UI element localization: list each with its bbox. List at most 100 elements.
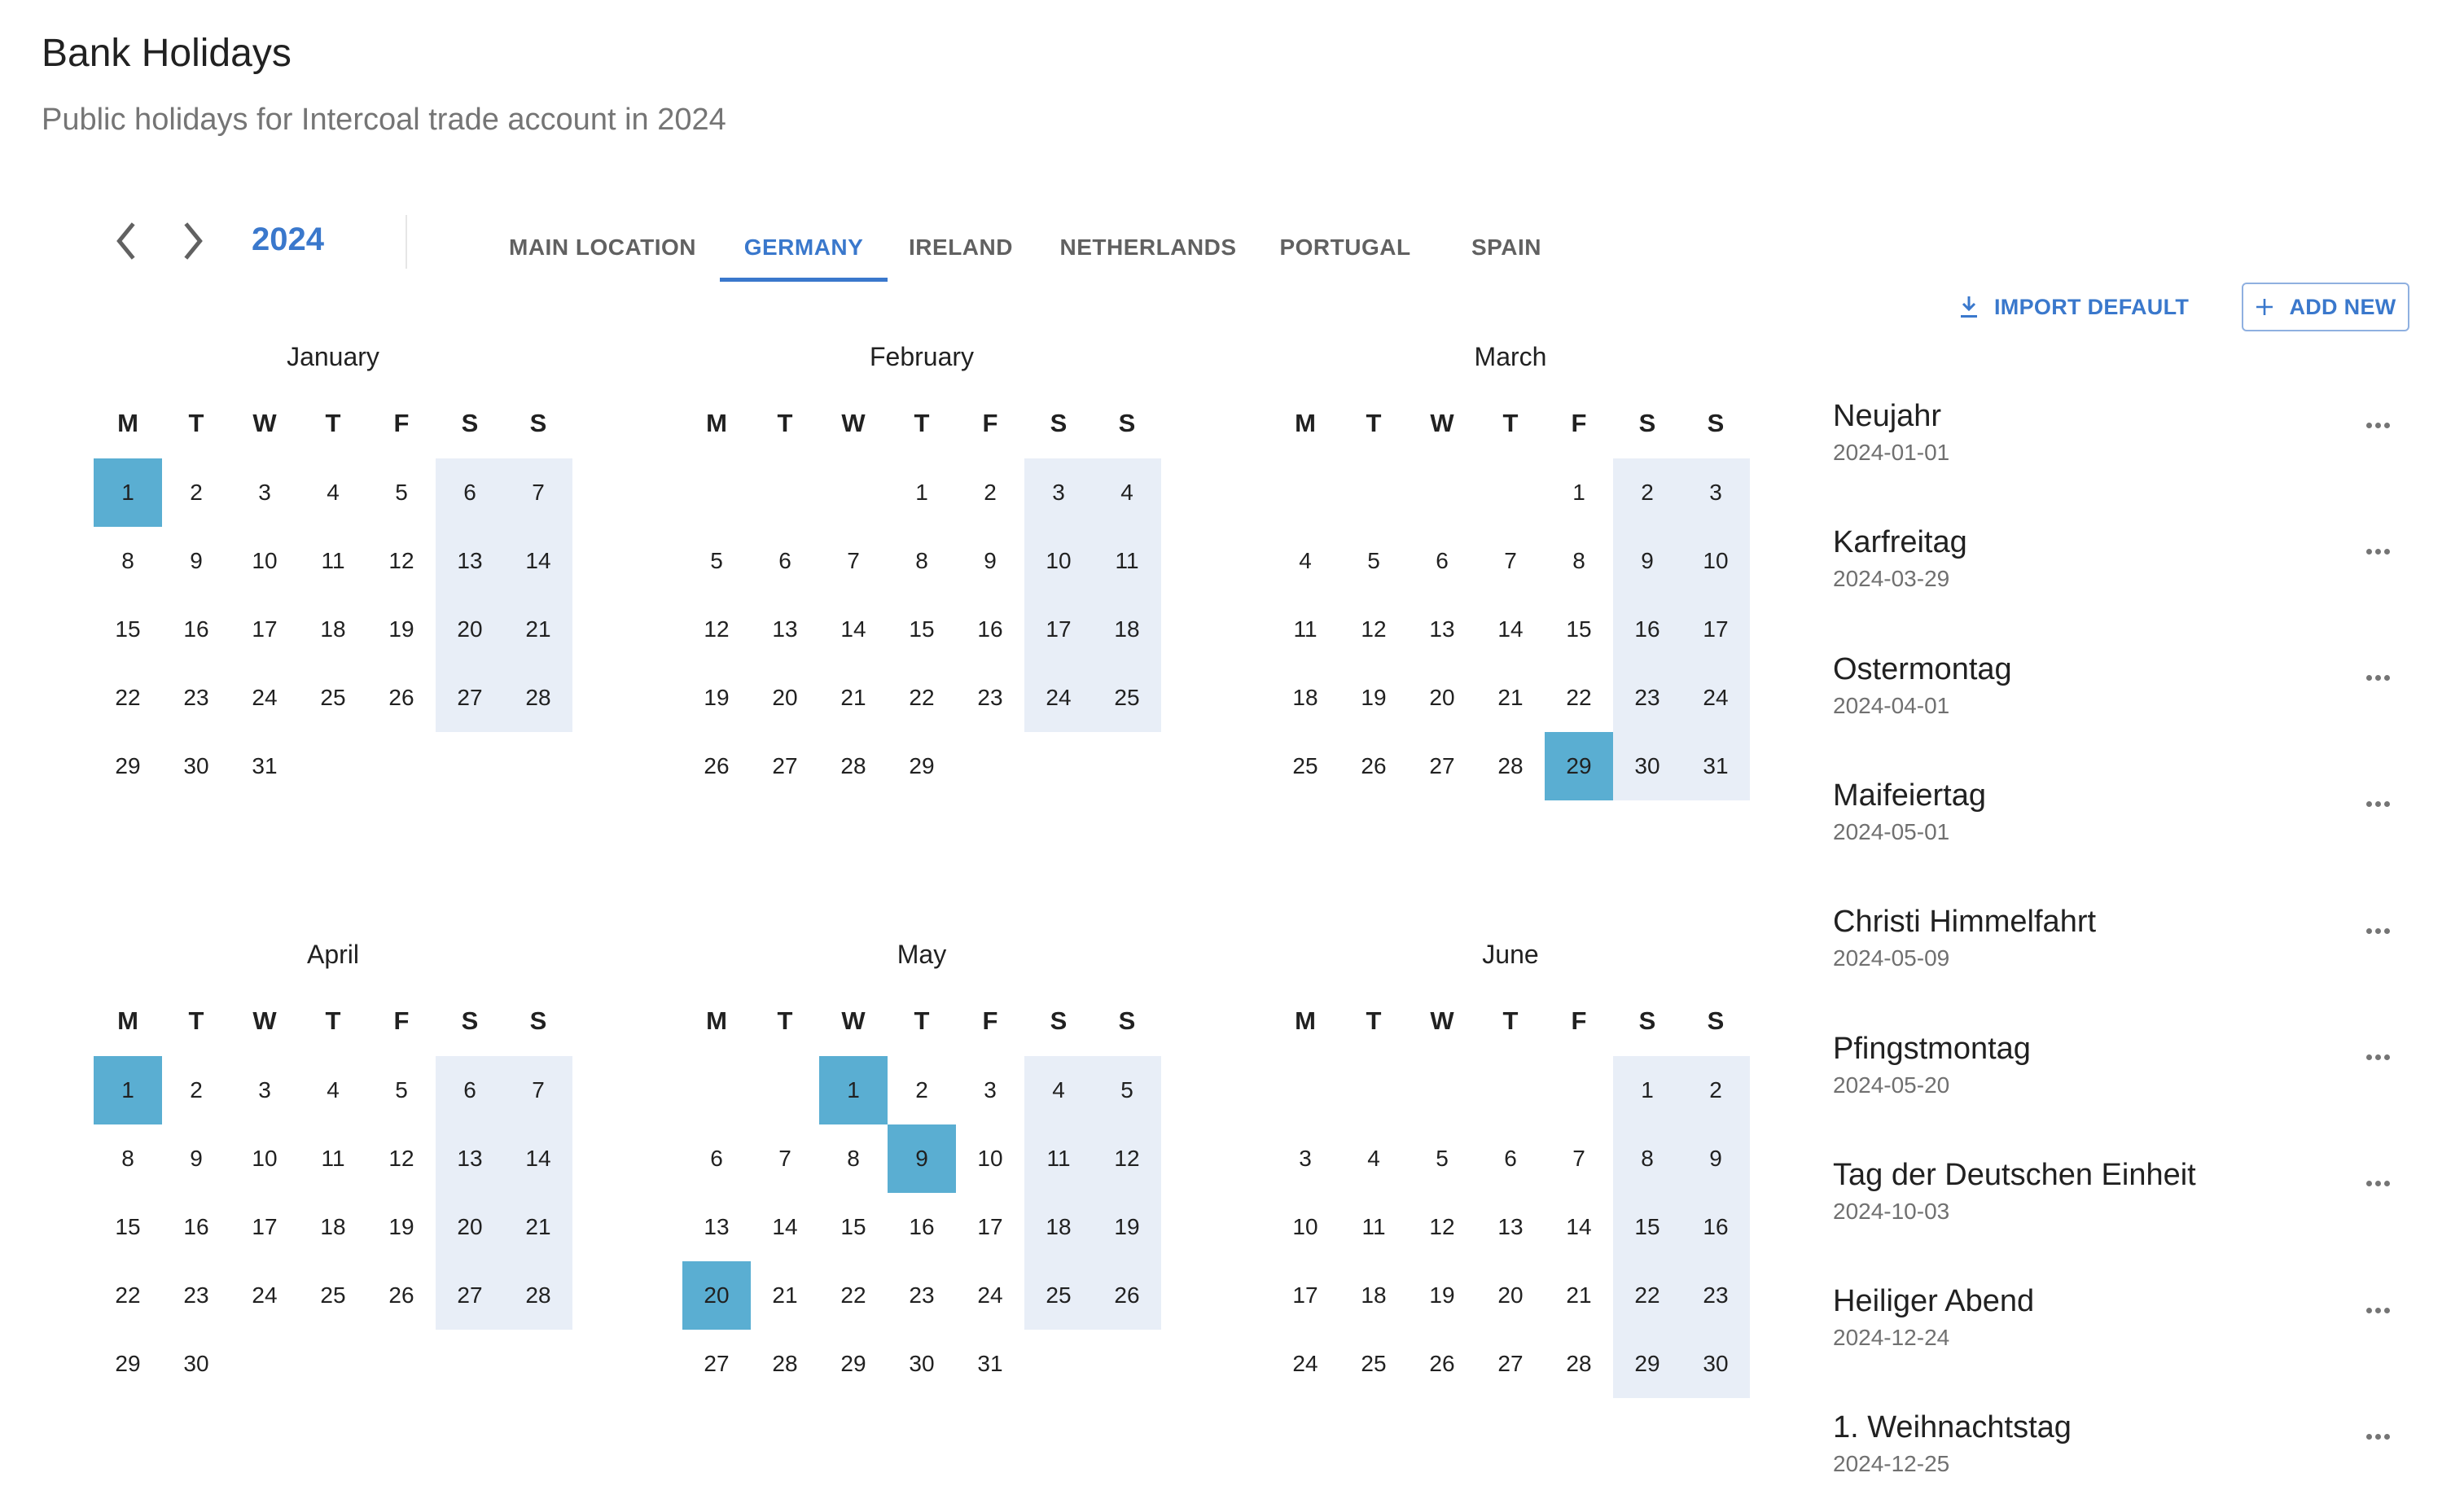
day-cell[interactable]: 27 <box>682 1330 751 1398</box>
day-cell[interactable]: 1 <box>1613 1056 1681 1124</box>
day-cell[interactable]: 28 <box>819 732 888 800</box>
day-cell[interactable]: 29 <box>1613 1330 1681 1398</box>
day-cell[interactable]: 13 <box>436 1124 504 1193</box>
day-cell[interactable]: 2 <box>1681 1056 1750 1124</box>
day-cell[interactable]: 25 <box>1271 732 1339 800</box>
day-cell[interactable]: 10 <box>956 1124 1024 1193</box>
day-cell[interactable]: 12 <box>1408 1193 1476 1261</box>
day-cell[interactable]: 17 <box>230 595 299 664</box>
day-cell[interactable]: 9 <box>1681 1124 1750 1193</box>
day-cell[interactable]: 13 <box>1408 595 1476 664</box>
day-cell[interactable]: 21 <box>1545 1261 1613 1330</box>
day-cell[interactable]: 21 <box>751 1261 819 1330</box>
day-cell[interactable]: 29 <box>94 732 162 800</box>
day-cell[interactable]: 4 <box>299 458 367 527</box>
holiday-day-cell[interactable]: 1 <box>819 1056 888 1124</box>
day-cell[interactable]: 16 <box>1681 1193 1750 1261</box>
holiday-day-cell[interactable]: 1 <box>94 1056 162 1124</box>
tab-portugal[interactable]: PORTUGAL <box>1270 213 1420 282</box>
day-cell[interactable]: 20 <box>1476 1261 1545 1330</box>
day-cell[interactable]: 13 <box>751 595 819 664</box>
day-cell[interactable]: 22 <box>94 1261 162 1330</box>
day-cell[interactable]: 26 <box>1093 1261 1161 1330</box>
day-cell[interactable]: 9 <box>162 1124 230 1193</box>
day-cell[interactable]: 20 <box>436 1193 504 1261</box>
day-cell[interactable]: 11 <box>1339 1193 1408 1261</box>
more-options-button[interactable] <box>2357 535 2398 568</box>
day-cell[interactable]: 19 <box>682 664 751 732</box>
day-cell[interactable]: 8 <box>819 1124 888 1193</box>
day-cell[interactable]: 1 <box>1545 458 1613 527</box>
day-cell[interactable]: 20 <box>436 595 504 664</box>
day-cell[interactable]: 20 <box>1408 664 1476 732</box>
day-cell[interactable]: 18 <box>1024 1193 1093 1261</box>
day-cell[interactable]: 12 <box>1093 1124 1161 1193</box>
day-cell[interactable]: 21 <box>1476 664 1545 732</box>
add-new-button[interactable]: ADD NEW <box>2242 283 2409 331</box>
import-default-button[interactable]: IMPORT DEFAULT <box>1958 287 2189 327</box>
day-cell[interactable]: 10 <box>230 1124 299 1193</box>
day-cell[interactable]: 28 <box>504 664 572 732</box>
day-cell[interactable]: 12 <box>367 1124 436 1193</box>
day-cell[interactable]: 22 <box>94 664 162 732</box>
day-cell[interactable]: 25 <box>299 664 367 732</box>
day-cell[interactable]: 22 <box>819 1261 888 1330</box>
day-cell[interactable]: 6 <box>436 458 504 527</box>
more-options-button[interactable] <box>2357 1294 2398 1326</box>
day-cell[interactable]: 24 <box>1024 664 1093 732</box>
day-cell[interactable]: 14 <box>819 595 888 664</box>
day-cell[interactable]: 14 <box>751 1193 819 1261</box>
day-cell[interactable]: 7 <box>751 1124 819 1193</box>
day-cell[interactable]: 11 <box>1093 527 1161 595</box>
day-cell[interactable]: 24 <box>1271 1330 1339 1398</box>
day-cell[interactable]: 23 <box>162 664 230 732</box>
day-cell[interactable]: 19 <box>1339 664 1408 732</box>
day-cell[interactable]: 27 <box>1408 732 1476 800</box>
day-cell[interactable]: 24 <box>956 1261 1024 1330</box>
day-cell[interactable]: 13 <box>1476 1193 1545 1261</box>
day-cell[interactable]: 25 <box>299 1261 367 1330</box>
day-cell[interactable]: 4 <box>1271 527 1339 595</box>
tab-main-location[interactable]: MAIN LOCATION <box>495 213 710 282</box>
day-cell[interactable]: 22 <box>888 664 956 732</box>
day-cell[interactable]: 24 <box>230 1261 299 1330</box>
day-cell[interactable]: 14 <box>1476 595 1545 664</box>
day-cell[interactable]: 2 <box>956 458 1024 527</box>
day-cell[interactable]: 17 <box>1681 595 1750 664</box>
day-cell[interactable]: 17 <box>956 1193 1024 1261</box>
day-cell[interactable]: 16 <box>956 595 1024 664</box>
day-cell[interactable]: 23 <box>1613 664 1681 732</box>
day-cell[interactable]: 21 <box>819 664 888 732</box>
day-cell[interactable]: 25 <box>1339 1330 1408 1398</box>
day-cell[interactable]: 30 <box>162 1330 230 1398</box>
day-cell[interactable]: 5 <box>367 1056 436 1124</box>
day-cell[interactable]: 19 <box>367 595 436 664</box>
day-cell[interactable]: 12 <box>682 595 751 664</box>
day-cell[interactable]: 22 <box>1545 664 1613 732</box>
day-cell[interactable]: 11 <box>299 527 367 595</box>
day-cell[interactable]: 15 <box>94 595 162 664</box>
day-cell[interactable]: 6 <box>751 527 819 595</box>
day-cell[interactable]: 1 <box>888 458 956 527</box>
more-options-button[interactable] <box>2357 409 2398 441</box>
day-cell[interactable]: 14 <box>504 1124 572 1193</box>
day-cell[interactable]: 3 <box>230 458 299 527</box>
day-cell[interactable]: 26 <box>367 1261 436 1330</box>
day-cell[interactable]: 5 <box>682 527 751 595</box>
day-cell[interactable]: 8 <box>94 527 162 595</box>
day-cell[interactable]: 16 <box>888 1193 956 1261</box>
day-cell[interactable]: 23 <box>956 664 1024 732</box>
day-cell[interactable]: 19 <box>1408 1261 1476 1330</box>
tab-ireland[interactable]: IRELAND <box>899 213 1023 282</box>
day-cell[interactable]: 9 <box>956 527 1024 595</box>
day-cell[interactable]: 7 <box>504 458 572 527</box>
day-cell[interactable]: 15 <box>888 595 956 664</box>
day-cell[interactable]: 5 <box>1408 1124 1476 1193</box>
day-cell[interactable]: 12 <box>1339 595 1408 664</box>
day-cell[interactable]: 18 <box>299 1193 367 1261</box>
day-cell[interactable]: 16 <box>1613 595 1681 664</box>
more-options-button[interactable] <box>2357 1041 2398 1074</box>
day-cell[interactable]: 27 <box>436 664 504 732</box>
day-cell[interactable]: 6 <box>436 1056 504 1124</box>
day-cell[interactable]: 31 <box>1681 732 1750 800</box>
